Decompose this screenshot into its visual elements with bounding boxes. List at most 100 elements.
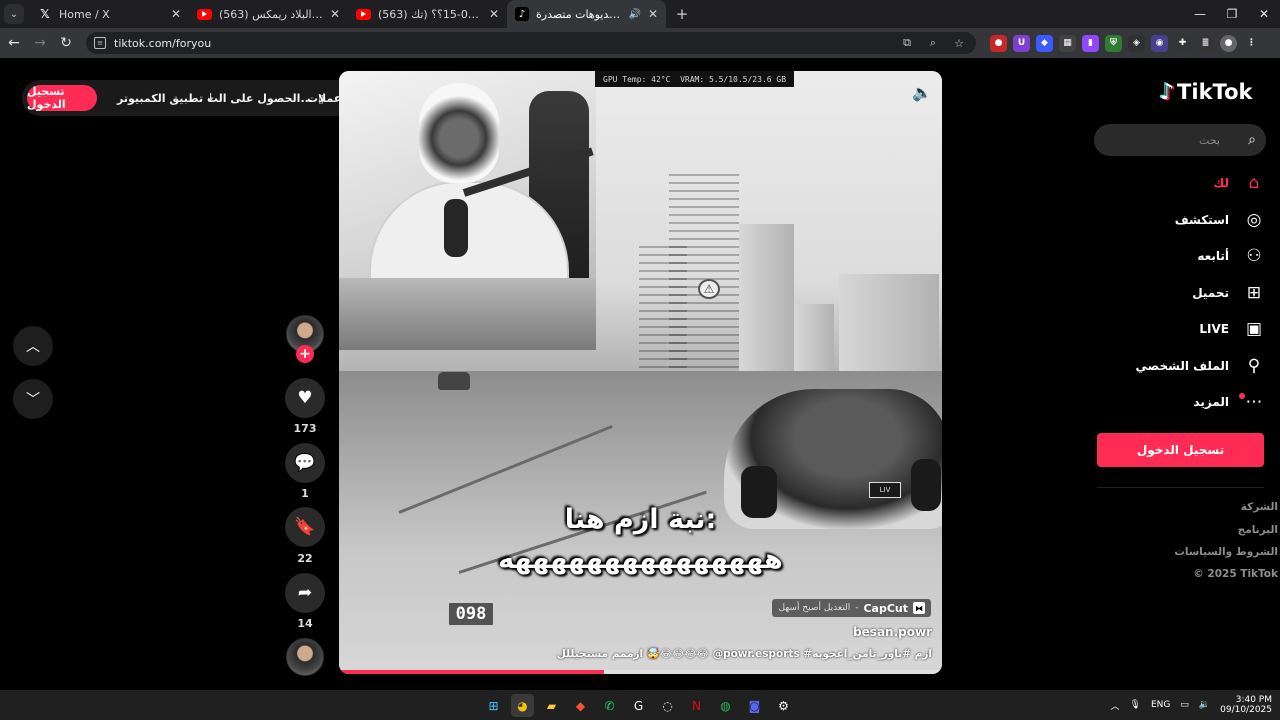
tab-x[interactable]: 𝕏 Home / X ✕ [30,0,189,28]
windows-start-icon[interactable]: ⊞ [482,694,505,717]
streamer-head [419,83,499,183]
clock-date: 09/10/2025 [1220,705,1272,715]
file-explorer-icon[interactable]: ▰ [540,694,563,717]
tiktok-note-icon: ♪ [1160,79,1175,105]
previous-video-button[interactable]: ︿ [13,326,53,366]
close-window-icon[interactable]: ✕ [1248,0,1280,28]
chrome-icon[interactable]: ◕ [511,694,534,717]
save-button[interactable]: 🔖 [285,507,325,547]
tab-close-icon[interactable]: ✕ [171,7,181,21]
video-caption-line2: هههههههههههههههه [498,544,783,575]
network-icon[interactable]: ▭ [1180,700,1189,710]
extension-purple-icon[interactable]: U [1013,34,1030,52]
clock[interactable]: 3:40 PM 09/10/2025 [1220,695,1272,716]
share-button[interactable]: ➦ [285,573,325,613]
volume-icon[interactable]: 🔈 [912,83,932,102]
desktop-app-label: تطبيق الكمبيوتر [117,91,204,105]
background-car [438,372,470,390]
media-controls-icon[interactable]: ≣ [1197,34,1214,52]
steam-icon[interactable]: ⚙ [772,694,795,717]
tab-search-button[interactable]: ⌄ [4,4,24,24]
follow-plus-icon[interactable]: + [296,345,314,363]
extension-grid-icon[interactable]: ▦ [1059,34,1076,52]
url-text[interactable]: tiktok.com/foryou [114,37,890,50]
sound-avatar[interactable] [286,638,324,676]
capcut-badge[interactable]: التعديل أصبح أسهل - CapCut ⧓ [772,599,931,617]
volume-tray-icon[interactable]: 🔉 [1199,700,1210,710]
extension-twitch-icon[interactable]: ▮ [1082,34,1099,52]
extension-red-icon[interactable]: ● [990,34,1007,52]
tab-close-icon[interactable]: ✕ [330,7,340,21]
save-count: 22 [297,552,313,565]
footer-program-link[interactable]: البرنامج [1160,524,1278,536]
address-bar[interactable]: ≡ tiktok.com/foryou ⧉ ⌕ ☆ [86,32,976,54]
tab-tiktok[interactable]: ♪ شاهد فيديوهات متصدرة | TikTok 🔊 ✕ [507,0,666,28]
extensions-puzzle-icon[interactable]: ✚ [1174,34,1191,52]
bookmark-star-icon[interactable]: ☆ [950,37,968,50]
profile-avatar-icon[interactable]: ● [1220,34,1237,52]
sidebar-item-more[interactable]: المزيد ⋯ [1100,387,1265,417]
gpu-stats-overlay: GPU Temp: 42°C VRAM: 5.5/10.5/23.6 GB [595,71,795,87]
speaker-icon[interactable]: 🔊 [628,9,640,20]
sidebar-item-foryou[interactable]: لك ⌂ [1100,168,1265,198]
comment-icon: 💬 [294,453,316,473]
tray-overflow-icon[interactable]: ︿ [1111,699,1120,712]
login-button-top[interactable]: تسجيل الدخول [27,85,97,111]
sync-app-icon[interactable]: ◌ [656,694,679,717]
sidebar-item-following[interactable]: أتابعه ⚇ [1100,241,1265,271]
sidebar-item-label: LIVE [1199,322,1229,336]
sidebar-item-explore[interactable]: استكشف ◎ [1100,205,1265,235]
forward-button[interactable]: → [28,31,52,55]
tiktok-wordmark: TikTok [1177,80,1253,104]
minimize-icon[interactable]: — [1184,0,1216,28]
tab-youtube-remix[interactable]: (563) يابطير البلاد ريمكس / YouTube ✕ [189,0,348,28]
sidebar-item-profile[interactable]: الملف الشخصي ⚲ [1100,351,1265,381]
microphone-icon[interactable]: 🎙 [1130,700,1141,710]
whatsapp-icon[interactable]: ✆ [598,694,621,717]
desktop-app-link[interactable]: تطبيق الكمبيوتر ⤓ [117,80,213,116]
language-indicator[interactable]: ENG [1151,700,1170,710]
search-input[interactable] [1110,133,1220,147]
sidebar-item-upload[interactable]: تحميل ⊞ [1100,278,1265,308]
footer-company-link[interactable]: الشركة [1160,501,1278,513]
microphone [444,199,468,257]
search-box[interactable]: ⌕ [1094,124,1266,156]
back-button[interactable]: ← [2,31,26,55]
tab-close-icon[interactable]: ✕ [489,7,499,21]
chevron-down-icon: ﹀ [26,392,40,408]
site-info-icon[interactable]: ≡ [94,37,106,49]
search-icon[interactable]: ⌕ [1248,132,1256,148]
netflix-icon[interactable]: N [685,694,708,717]
browser-menu-icon[interactable]: ⋮ [1243,35,1260,52]
tab-youtube-foot[interactable]: (563) أول فوت = أول 0-15؟؟ (تك... ✕ [348,0,507,28]
game-launcher-icon[interactable]: G [627,694,650,717]
extension-green-shield-icon[interactable]: ⛨ [1105,34,1122,52]
zoom-icon[interactable]: ⌕ [924,36,942,50]
brave-icon[interactable]: ◆ [569,694,592,717]
spotify-icon[interactable]: ◍ [714,694,737,717]
tab-close-icon[interactable]: ✕ [648,7,658,21]
like-button[interactable]: ♥ [285,378,325,418]
next-video-button[interactable]: ﹀ [13,379,53,419]
extension-diamond-icon[interactable]: ◈ [1128,34,1145,52]
notification-dot [1239,393,1245,399]
video-author[interactable]: besan.powr [853,625,932,639]
sidebar-item-live[interactable]: LIVE ▣ [1100,314,1265,344]
comment-button[interactable]: 💬 [285,443,325,483]
video-player[interactable]: ⚠ LIV GPU Temp: 42°C VRAM: 5.5/10.5/23.6… [339,71,942,674]
video-progress-fill[interactable] [339,670,605,674]
tiktok-logo[interactable]: ♪ TikTok [1160,78,1252,106]
sidebar-divider [1097,487,1264,488]
new-tab-button[interactable]: + [670,5,694,23]
install-app-icon[interactable]: ⧉ [898,36,916,50]
license-plate: LIV [869,482,901,498]
footer-terms-link[interactable]: الشروط والسياسات [1160,546,1278,558]
profile-icon: ⚲ [1247,356,1261,376]
share-icon: ➦ [297,583,313,603]
restore-icon[interactable]: ❐ [1216,0,1248,28]
reload-button[interactable]: ↻ [54,31,78,55]
login-button-sidebar[interactable]: تسجيل الدخول [1097,433,1264,467]
extension-eye-icon[interactable]: ◉ [1151,34,1168,52]
discord-icon[interactable]: ◙ [743,694,766,717]
extension-shield-icon[interactable]: ◆ [1036,34,1053,52]
